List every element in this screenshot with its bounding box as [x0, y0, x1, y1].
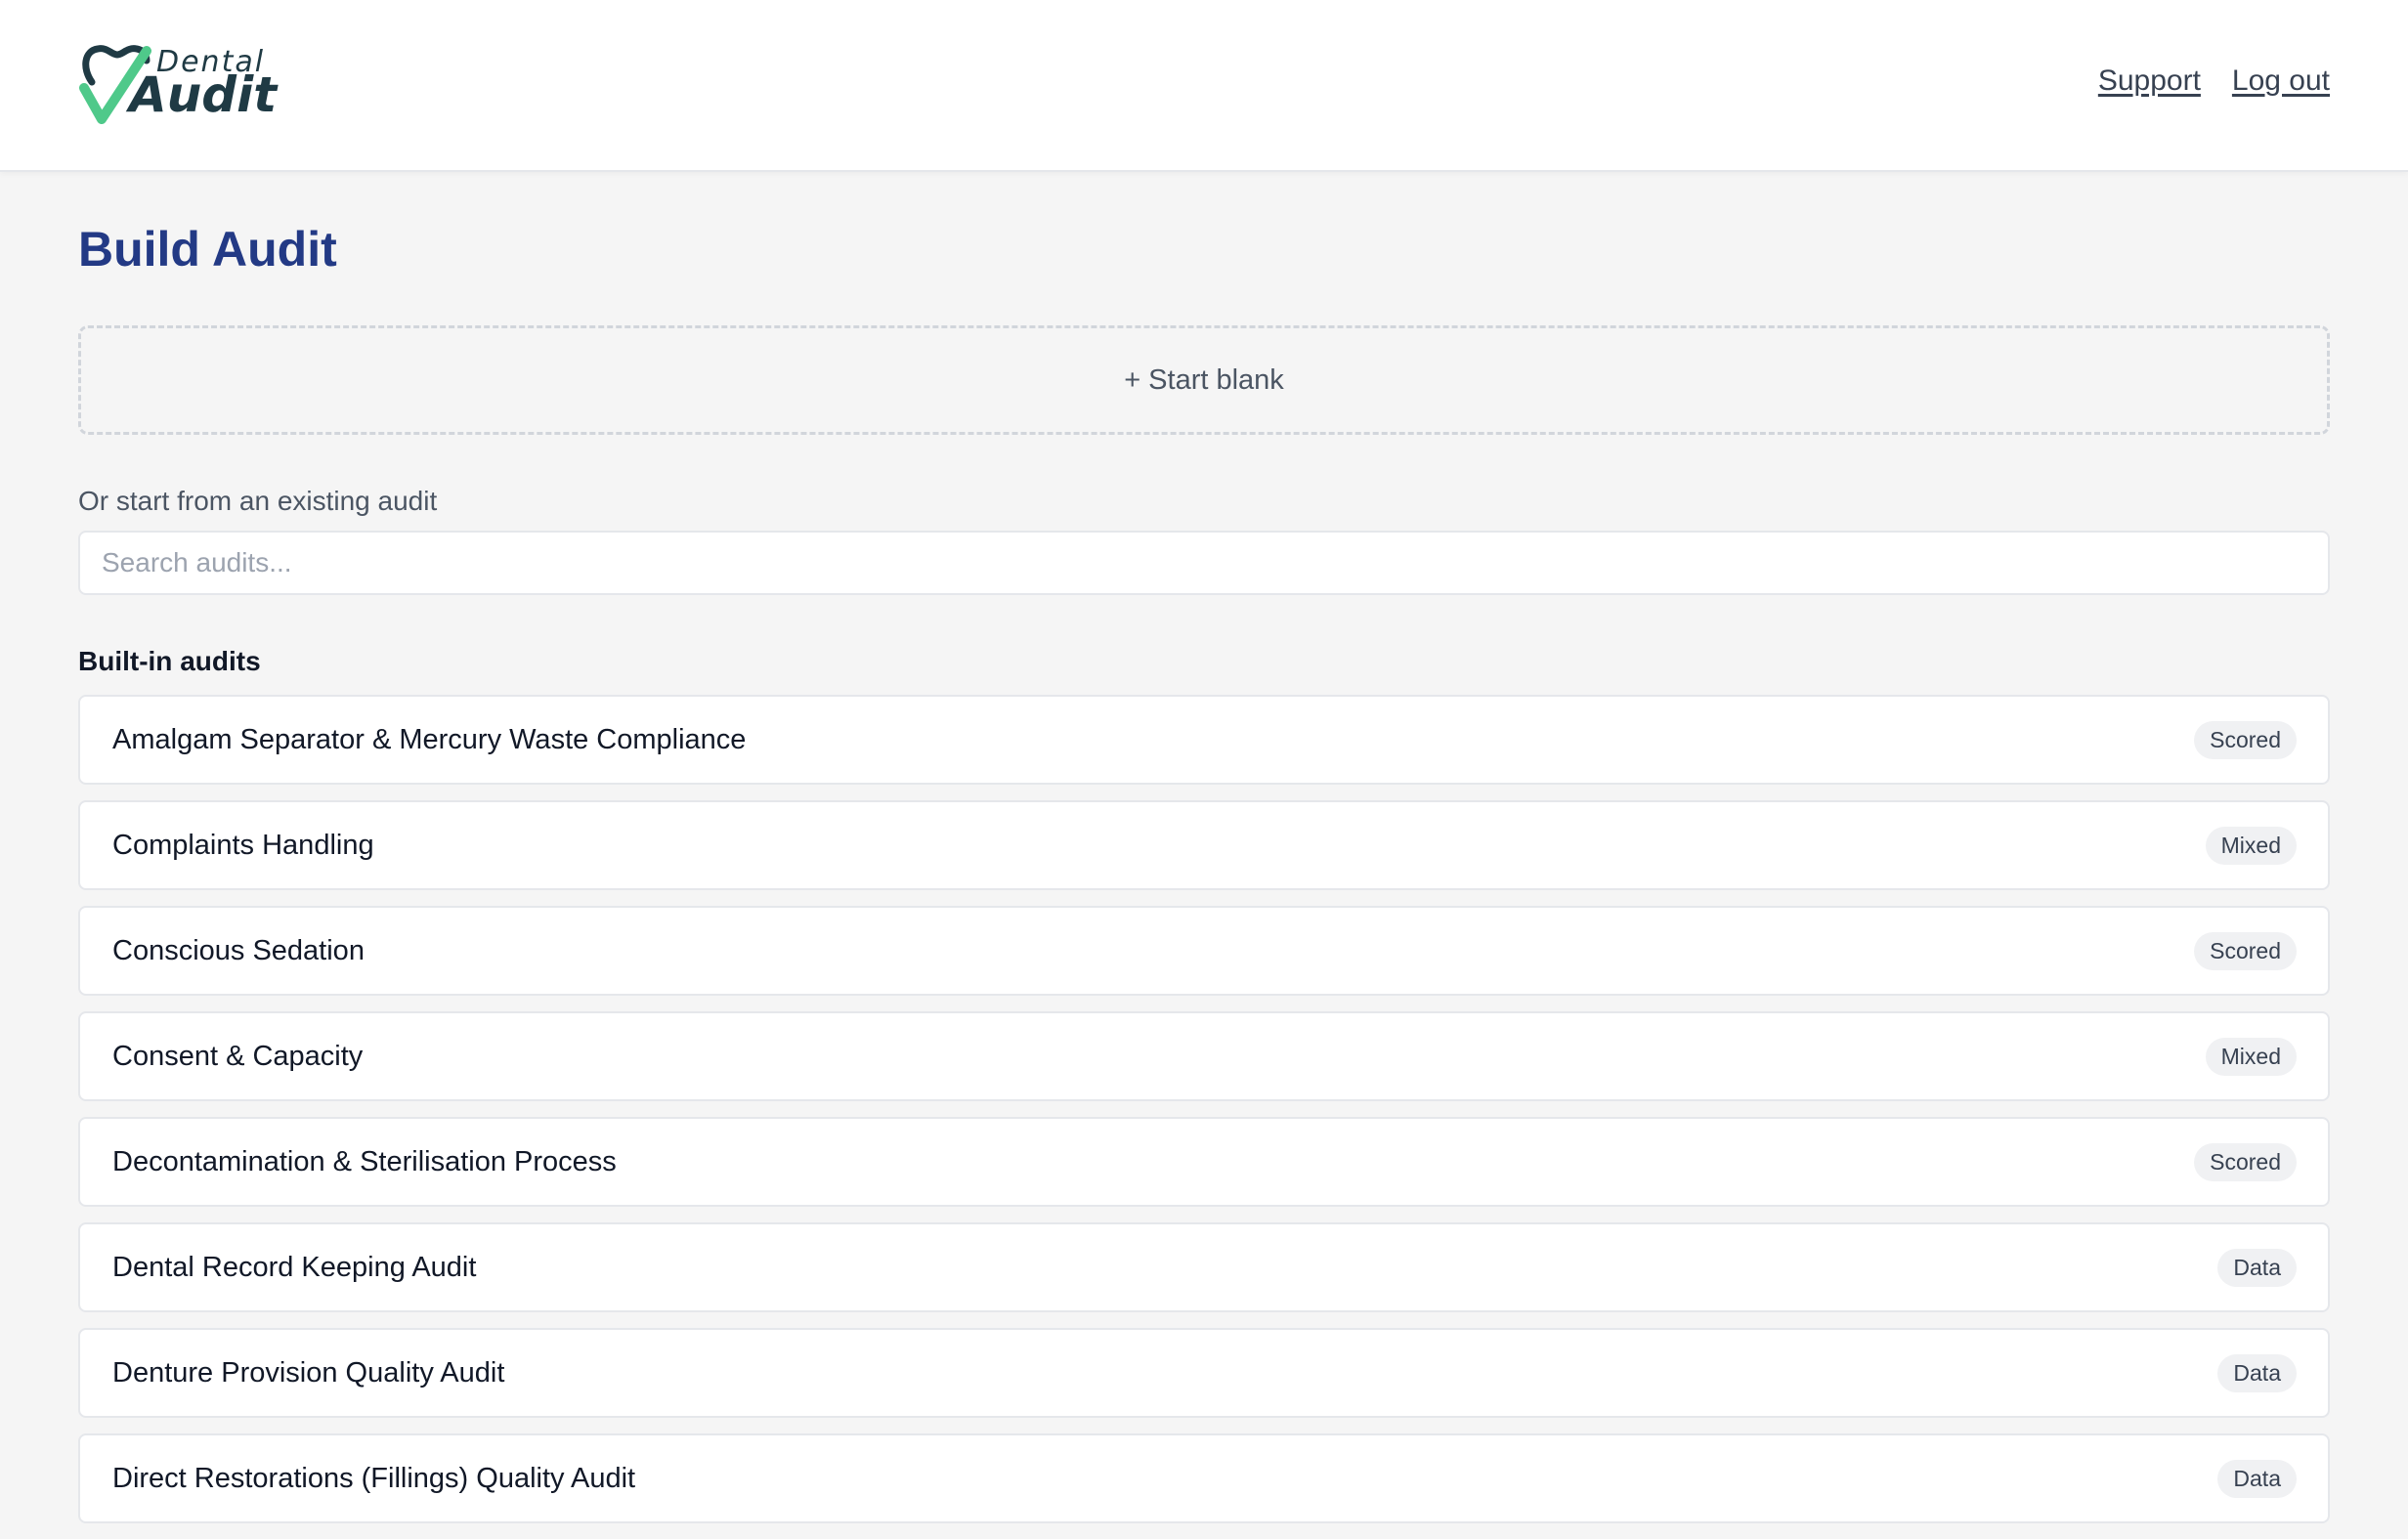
audit-name: Amalgam Separator & Mercury Waste Compli… [112, 723, 747, 755]
dental-audit-logo[interactable]: Dental Audit [78, 39, 278, 137]
audit-name: Direct Restorations (Fillings) Quality A… [112, 1462, 636, 1494]
audit-name: Complaints Handling [112, 829, 374, 861]
audit-type-badge: Scored [2194, 931, 2297, 970]
audit-list-item[interactable]: Complaints Handling Mixed [78, 800, 2330, 890]
logout-link[interactable]: Log out [2232, 64, 2330, 98]
audit-list-item[interactable]: Direct Restorations (Fillings) Quality A… [78, 1433, 2330, 1523]
audit-name: Conscious Sedation [112, 934, 365, 966]
audit-type-badge: Data [2217, 1459, 2297, 1498]
audit-type-badge: Data [2217, 1353, 2297, 1392]
audit-name: Denture Provision Quality Audit [112, 1356, 505, 1389]
logo-text-audit: Audit [129, 66, 278, 123]
audit-list-item[interactable]: Decontamination & Sterilisation Process … [78, 1117, 2330, 1207]
support-link[interactable]: Support [2098, 64, 2201, 98]
audit-type-badge: Mixed [2205, 826, 2297, 865]
audit-list-item[interactable]: Consent & Capacity Mixed [78, 1011, 2330, 1101]
start-blank-button[interactable]: + Start blank [78, 325, 2330, 435]
top-bar: Dental Audit Support Log out [0, 0, 2408, 172]
header-nav: Support Log out [2098, 64, 2330, 98]
search-audits-input[interactable] [78, 531, 2330, 595]
audit-type-badge: Scored [2194, 720, 2297, 759]
audit-name: Decontamination & Sterilisation Process [112, 1145, 617, 1177]
audit-type-badge: Mixed [2205, 1037, 2297, 1076]
audit-list-item[interactable]: Denture Provision Quality Audit Data [78, 1328, 2330, 1418]
audit-type-badge: Data [2217, 1248, 2297, 1287]
existing-audit-label: Or start from an existing audit [78, 486, 438, 516]
audit-name: Consent & Capacity [112, 1040, 364, 1072]
main-content: Build Audit + Start blank Or start from … [78, 172, 2330, 1539]
audit-type-badge: Scored [2194, 1142, 2297, 1181]
audit-list-item[interactable]: Dental Record Keeping Audit Data [78, 1222, 2330, 1312]
audit-list-item[interactable]: Conscious Sedation Scored [78, 906, 2330, 996]
audit-name: Dental Record Keeping Audit [112, 1251, 477, 1283]
audit-list: Amalgam Separator & Mercury Waste Compli… [78, 695, 2330, 1523]
page-title: Build Audit [78, 222, 337, 277]
built-in-audits-heading: Built-in audits [78, 646, 261, 676]
audit-list-item[interactable]: Amalgam Separator & Mercury Waste Compli… [78, 695, 2330, 785]
